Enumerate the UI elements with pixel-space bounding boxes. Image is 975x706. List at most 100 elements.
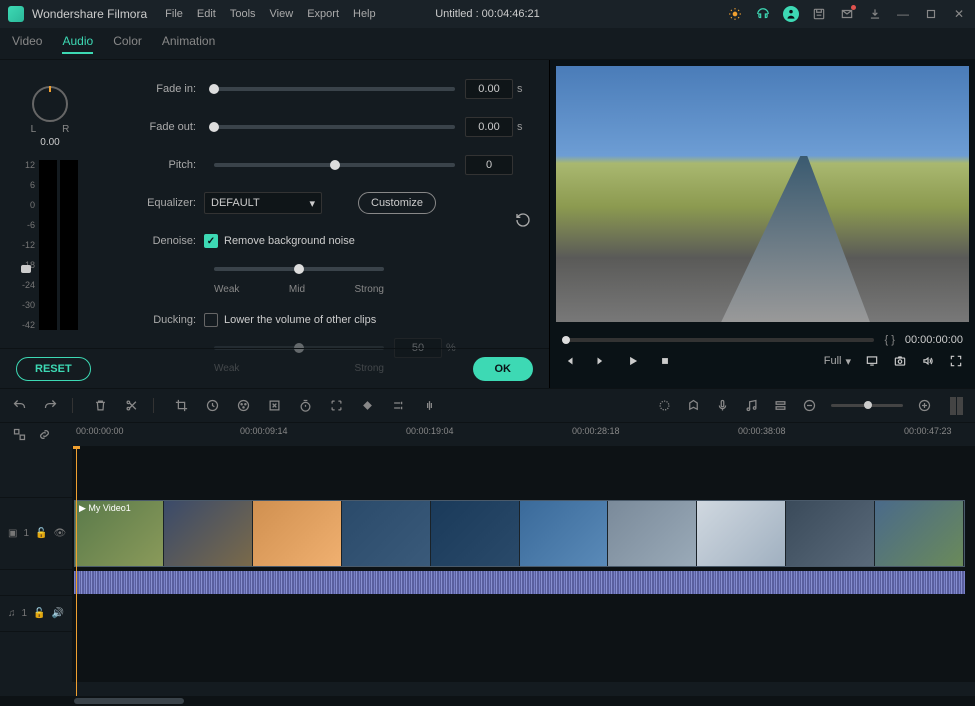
marker-icon[interactable] <box>686 398 701 413</box>
menu-file[interactable]: File <box>165 8 183 20</box>
greenscreen-icon[interactable] <box>267 398 282 413</box>
audio-controls: Fade in: 0.00 s Fade out: 0.00 s Pitch: … <box>100 60 549 388</box>
zoom-slider[interactable] <box>831 404 903 407</box>
fadeout-slider[interactable] <box>214 125 455 129</box>
download-icon[interactable] <box>867 6 883 22</box>
pan-knob[interactable] <box>32 86 68 122</box>
denoise-checkbox[interactable]: ✓ <box>204 234 218 248</box>
delete-icon[interactable] <box>93 398 108 413</box>
render-icon[interactable] <box>657 398 672 413</box>
keyframe-icon[interactable] <box>360 398 375 413</box>
video-track[interactable]: ▶ My Video1 <box>72 498 975 569</box>
pitch-slider[interactable] <box>214 163 455 167</box>
music-track[interactable] <box>72 596 975 631</box>
ok-button[interactable]: OK <box>473 357 534 381</box>
track-manager-icon[interactable] <box>773 398 788 413</box>
link-icon[interactable] <box>37 427 52 442</box>
tab-video[interactable]: Video <box>12 34 42 54</box>
snapshot-icon[interactable] <box>893 354 907 368</box>
play-controls: { } 00:00:00:00 Full▾ <box>550 328 975 388</box>
video-clip[interactable]: ▶ My Video1 <box>74 500 965 567</box>
lock-icon[interactable]: 🔓 <box>35 528 47 539</box>
reset-section-icon[interactable] <box>515 212 531 231</box>
display-icon[interactable] <box>865 354 879 368</box>
tips-icon[interactable] <box>727 6 743 22</box>
clip-label: ▶ My Video1 <box>79 503 131 514</box>
spare-track[interactable] <box>72 632 975 682</box>
fadein-slider[interactable] <box>214 87 455 91</box>
audio-clip[interactable] <box>74 571 965 594</box>
maximize-icon[interactable] <box>923 6 939 22</box>
equalizer-select[interactable]: DEFAULT▾ <box>204 192 322 214</box>
messages-icon[interactable] <box>839 6 855 22</box>
color-icon[interactable] <box>236 398 251 413</box>
fadeout-value[interactable]: 0.00 <box>465 117 513 137</box>
play-icon[interactable] <box>626 354 640 368</box>
timeline-scrollbar[interactable] <box>0 696 975 706</box>
main-area: LR 0.00 1260-6-12-18-24-30-42 Fade in: 0… <box>0 60 975 388</box>
fadein-value[interactable]: 0.00 <box>465 79 513 99</box>
tab-animation[interactable]: Animation <box>162 34 215 54</box>
fullscreen-icon[interactable] <box>949 354 963 368</box>
reset-button[interactable]: RESET <box>16 357 91 381</box>
adjust-icon[interactable] <box>391 398 406 413</box>
step-back-icon[interactable] <box>562 354 576 368</box>
support-icon[interactable] <box>755 6 771 22</box>
tab-audio[interactable]: Audio <box>62 34 93 54</box>
split-icon[interactable] <box>124 398 154 413</box>
zoom-out-icon[interactable] <box>802 398 817 413</box>
tab-color[interactable]: Color <box>113 34 142 54</box>
stop-icon[interactable] <box>658 354 672 368</box>
menu-tools[interactable]: Tools <box>230 8 256 20</box>
menu-view[interactable]: View <box>270 8 294 20</box>
zoom-in-icon[interactable] <box>917 398 932 413</box>
crop-icon[interactable] <box>174 398 189 413</box>
empty-track[interactable] <box>72 446 975 497</box>
music-track-icon: ♫ <box>8 608 16 619</box>
volume-icon[interactable] <box>921 354 935 368</box>
audio-sync-icon[interactable] <box>422 398 437 413</box>
volume-fader[interactable] <box>21 265 31 273</box>
mute-icon[interactable]: 🔊 <box>52 608 64 619</box>
empty-track-head <box>0 446 72 497</box>
ducking-checkbox[interactable] <box>204 313 218 327</box>
equalizer-label: Equalizer: <box>118 197 196 209</box>
denoise-check-label: Remove background noise <box>224 235 355 247</box>
denoise-label: Denoise: <box>118 235 196 247</box>
duration-icon[interactable] <box>298 398 313 413</box>
ruler-marks[interactable]: 00:00:00:00 00:00:09:14 00:00:19:04 00:0… <box>72 423 975 446</box>
customize-button[interactable]: Customize <box>358 192 436 214</box>
minimize-icon[interactable]: — <box>895 6 911 22</box>
app-name: Wondershare Filmora <box>32 7 147 21</box>
db-numbers: 1260-6-12-18-24-30-42 <box>22 160 35 330</box>
voiceover-icon[interactable] <box>715 398 730 413</box>
scroll-thumb[interactable] <box>74 698 184 704</box>
redo-icon[interactable] <box>43 398 73 413</box>
speed-icon[interactable] <box>205 398 220 413</box>
ducking-label: Ducking: <box>118 314 196 326</box>
select-mode-icon[interactable] <box>12 427 27 442</box>
close-icon[interactable]: ✕ <box>951 6 967 22</box>
denoise-slider[interactable] <box>214 267 384 271</box>
eye-icon[interactable]: 👁 <box>53 528 66 539</box>
save-icon[interactable] <box>811 6 827 22</box>
step-forward-icon[interactable] <box>594 354 608 368</box>
mixer-icon[interactable] <box>744 398 759 413</box>
playhead[interactable] <box>76 446 77 696</box>
menu-edit[interactable]: Edit <box>197 8 216 20</box>
ducking-check-label: Lower the volume of other clips <box>224 314 376 326</box>
attached-audio-track[interactable] <box>72 570 975 595</box>
quality-select[interactable]: Full▾ <box>824 355 851 368</box>
detect-icon[interactable] <box>329 398 344 413</box>
chevron-down-icon: ▾ <box>845 355 851 368</box>
zoom-fit-icon[interactable] <box>950 397 963 415</box>
lock-icon[interactable]: 🔓 <box>33 608 45 619</box>
undo-icon[interactable] <box>12 398 27 413</box>
menu-help[interactable]: Help <box>353 8 376 20</box>
seek-bar[interactable] <box>562 338 874 342</box>
menu-export[interactable]: Export <box>307 8 339 20</box>
video-preview[interactable] <box>556 66 969 322</box>
property-tabs: Video Audio Color Animation <box>0 28 975 60</box>
pitch-value[interactable]: 0 <box>465 155 513 175</box>
account-icon[interactable] <box>783 6 799 22</box>
